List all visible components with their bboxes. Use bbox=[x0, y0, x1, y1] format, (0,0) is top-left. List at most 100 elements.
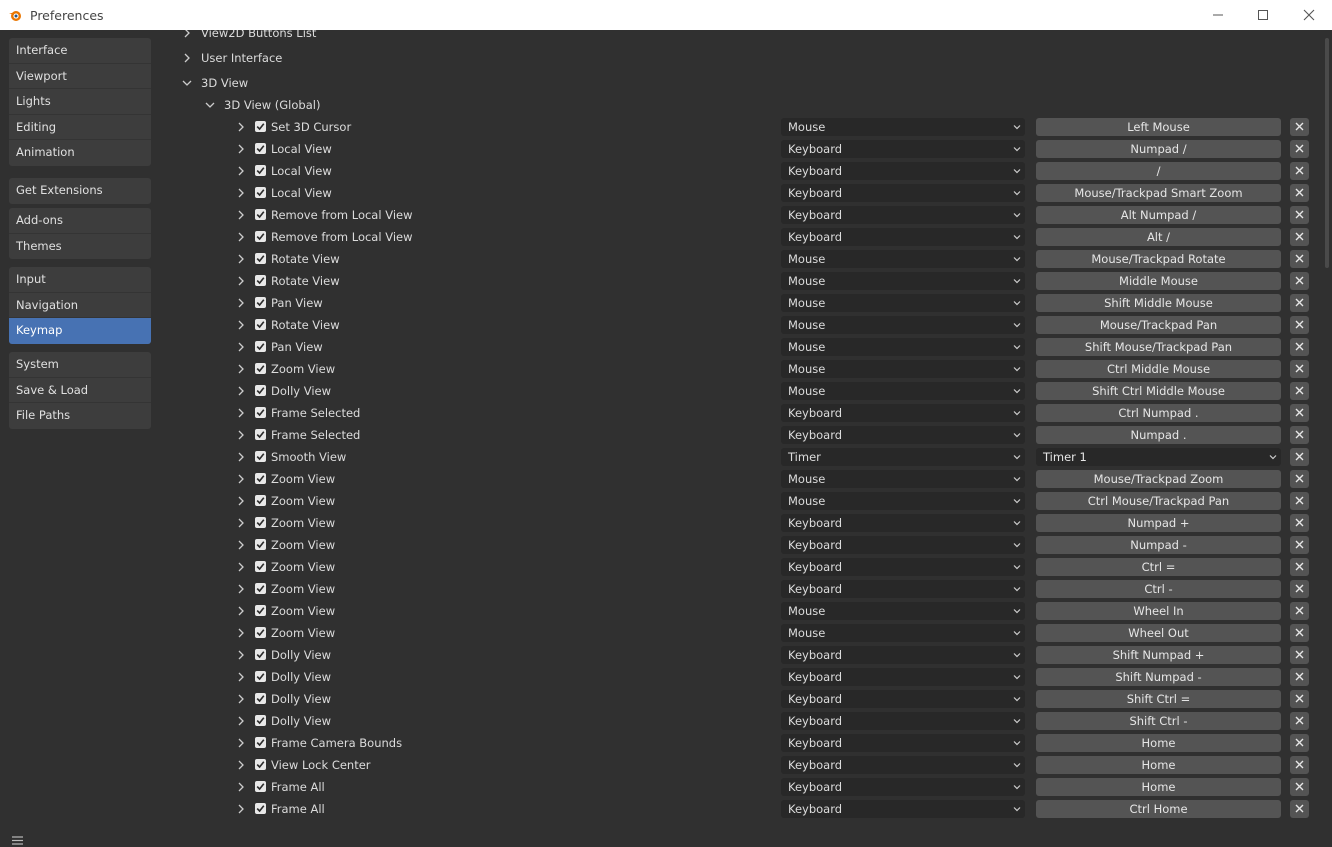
chevron-right-icon[interactable] bbox=[236, 275, 246, 287]
sidebar-item-system[interactable]: System bbox=[9, 352, 151, 378]
remove-binding-button[interactable] bbox=[1290, 558, 1309, 576]
chevron-right-icon[interactable] bbox=[236, 363, 246, 375]
keymap-item-checkbox[interactable] bbox=[255, 539, 266, 550]
chevron-right-icon[interactable] bbox=[236, 803, 246, 815]
keymap-item-checkbox[interactable] bbox=[255, 803, 266, 814]
input-type-dropdown[interactable]: Keyboard bbox=[781, 558, 1025, 576]
keymap-item-checkbox[interactable] bbox=[255, 627, 266, 638]
input-type-dropdown[interactable]: Mouse bbox=[781, 360, 1025, 378]
keymap-item-checkbox[interactable] bbox=[255, 385, 266, 396]
remove-binding-button[interactable] bbox=[1290, 404, 1309, 422]
chevron-right-icon[interactable] bbox=[236, 385, 246, 397]
key-binding-button[interactable]: Wheel Out bbox=[1036, 624, 1281, 642]
chevron-right-icon[interactable] bbox=[236, 605, 246, 617]
input-type-dropdown[interactable]: Mouse bbox=[781, 624, 1025, 642]
key-binding-button[interactable]: Middle Mouse bbox=[1036, 272, 1281, 290]
remove-binding-button[interactable] bbox=[1290, 118, 1309, 136]
remove-binding-button[interactable] bbox=[1290, 668, 1309, 686]
tree-view2d-buttons-list[interactable]: View2D Buttons List bbox=[181, 30, 316, 44]
remove-binding-button[interactable] bbox=[1290, 580, 1309, 598]
minimize-button[interactable] bbox=[1195, 0, 1241, 30]
chevron-right-icon[interactable] bbox=[236, 473, 246, 485]
key-binding-button[interactable]: Numpad . bbox=[1036, 426, 1281, 444]
keymap-item-checkbox[interactable] bbox=[255, 297, 266, 308]
sidebar-item-save-load[interactable]: Save & Load bbox=[9, 378, 151, 403]
sidebar-item-themes[interactable]: Themes bbox=[9, 234, 151, 260]
chevron-right-icon[interactable] bbox=[236, 759, 246, 771]
remove-binding-button[interactable] bbox=[1290, 756, 1309, 774]
keymap-item-checkbox[interactable] bbox=[255, 231, 266, 242]
keymap-item-checkbox[interactable] bbox=[255, 693, 266, 704]
chevron-right-icon[interactable] bbox=[236, 407, 246, 419]
input-type-dropdown[interactable]: Keyboard bbox=[781, 690, 1025, 708]
input-type-dropdown[interactable]: Keyboard bbox=[781, 162, 1025, 180]
keymap-item-checkbox[interactable] bbox=[255, 583, 266, 594]
keymap-item-checkbox[interactable] bbox=[255, 561, 266, 572]
remove-binding-button[interactable] bbox=[1290, 338, 1309, 356]
key-binding-button[interactable]: Left Mouse bbox=[1036, 118, 1281, 136]
input-type-dropdown[interactable]: Mouse bbox=[781, 470, 1025, 488]
key-binding-button[interactable]: / bbox=[1036, 162, 1281, 180]
key-binding-button[interactable]: Shift Mouse/Trackpad Pan bbox=[1036, 338, 1281, 356]
keymap-item-checkbox[interactable] bbox=[255, 143, 266, 154]
chevron-right-icon[interactable] bbox=[236, 319, 246, 331]
chevron-right-icon[interactable] bbox=[236, 737, 246, 749]
key-binding-button[interactable]: Ctrl Middle Mouse bbox=[1036, 360, 1281, 378]
chevron-right-icon[interactable] bbox=[236, 649, 246, 661]
remove-binding-button[interactable] bbox=[1290, 250, 1309, 268]
input-type-dropdown[interactable]: Mouse bbox=[781, 492, 1025, 510]
key-binding-button[interactable]: Home bbox=[1036, 734, 1281, 752]
chevron-right-icon[interactable] bbox=[236, 693, 246, 705]
input-type-dropdown[interactable]: Keyboard bbox=[781, 514, 1025, 532]
remove-binding-button[interactable] bbox=[1290, 228, 1309, 246]
chevron-right-icon[interactable] bbox=[236, 561, 246, 573]
chevron-right-icon[interactable] bbox=[236, 121, 246, 133]
input-type-dropdown[interactable]: Mouse bbox=[781, 382, 1025, 400]
chevron-right-icon[interactable] bbox=[236, 341, 246, 353]
remove-binding-button[interactable] bbox=[1290, 536, 1309, 554]
keymap-item-checkbox[interactable] bbox=[255, 319, 266, 330]
chevron-right-icon[interactable] bbox=[236, 165, 246, 177]
chevron-right-icon[interactable] bbox=[236, 539, 246, 551]
sidebar-item-file-paths[interactable]: File Paths bbox=[9, 403, 151, 429]
remove-binding-button[interactable] bbox=[1290, 646, 1309, 664]
chevron-right-icon[interactable] bbox=[236, 451, 246, 463]
keymap-item-checkbox[interactable] bbox=[255, 275, 266, 286]
sidebar-item-add-ons[interactable]: Add-ons bbox=[9, 208, 151, 234]
input-type-dropdown[interactable]: Keyboard bbox=[781, 426, 1025, 444]
key-binding-button[interactable]: Numpad + bbox=[1036, 514, 1281, 532]
menu-icon[interactable] bbox=[11, 834, 24, 847]
keymap-item-checkbox[interactable] bbox=[255, 407, 266, 418]
input-type-dropdown[interactable]: Mouse bbox=[781, 118, 1025, 136]
input-type-dropdown[interactable]: Mouse bbox=[781, 316, 1025, 334]
keymap-item-checkbox[interactable] bbox=[255, 473, 266, 484]
remove-binding-button[interactable] bbox=[1290, 800, 1309, 818]
chevron-right-icon[interactable] bbox=[236, 187, 246, 199]
remove-binding-button[interactable] bbox=[1290, 382, 1309, 400]
key-binding-button[interactable]: Numpad - bbox=[1036, 536, 1281, 554]
key-binding-button[interactable]: Shift Numpad - bbox=[1036, 668, 1281, 686]
key-binding-button[interactable]: Shift Ctrl Middle Mouse bbox=[1036, 382, 1281, 400]
keymap-item-checkbox[interactable] bbox=[255, 737, 266, 748]
input-type-dropdown[interactable]: Keyboard bbox=[781, 536, 1025, 554]
keymap-item-checkbox[interactable] bbox=[255, 341, 266, 352]
input-type-dropdown[interactable]: Keyboard bbox=[781, 668, 1025, 686]
chevron-right-icon[interactable] bbox=[236, 627, 246, 639]
input-type-dropdown[interactable]: Mouse bbox=[781, 338, 1025, 356]
remove-binding-button[interactable] bbox=[1290, 206, 1309, 224]
remove-binding-button[interactable] bbox=[1290, 294, 1309, 312]
input-type-dropdown[interactable]: Keyboard bbox=[781, 140, 1025, 158]
sidebar-item-keymap[interactable]: Keymap bbox=[9, 318, 151, 344]
tree-3d-view-global[interactable]: 3D View (Global) bbox=[204, 94, 320, 116]
key-binding-button[interactable]: Ctrl = bbox=[1036, 558, 1281, 576]
input-type-dropdown[interactable]: Keyboard bbox=[781, 206, 1025, 224]
keymap-item-checkbox[interactable] bbox=[255, 671, 266, 682]
input-type-dropdown[interactable]: Keyboard bbox=[781, 800, 1025, 818]
remove-binding-button[interactable] bbox=[1290, 734, 1309, 752]
close-window-button[interactable] bbox=[1286, 0, 1332, 30]
keymap-item-checkbox[interactable] bbox=[255, 649, 266, 660]
remove-binding-button[interactable] bbox=[1290, 316, 1309, 334]
remove-binding-button[interactable] bbox=[1290, 184, 1309, 202]
key-binding-button[interactable]: Home bbox=[1036, 778, 1281, 796]
input-type-dropdown[interactable]: Keyboard bbox=[781, 712, 1025, 730]
